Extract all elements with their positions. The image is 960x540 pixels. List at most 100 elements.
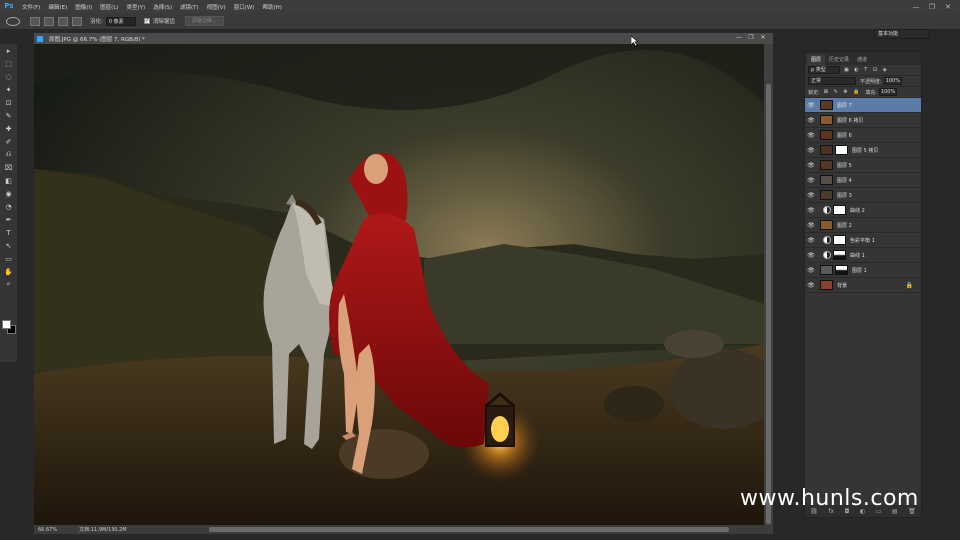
restore-button[interactable]: ❐ <box>924 3 940 11</box>
eye-icon[interactable]: 👁 <box>805 192 817 199</box>
intersect-selection-icon[interactable] <box>72 16 82 26</box>
subtract-selection-icon[interactable] <box>58 16 68 26</box>
lasso-tool-icon[interactable] <box>6 16 20 26</box>
eye-icon[interactable]: 👁 <box>805 147 817 154</box>
layer-row[interactable]: 👁 背景 🔒 <box>805 278 921 293</box>
layer-list: 👁 图层 7 👁 图层 6 拷贝 👁 图层 6 👁 图层 5 拷贝 👁 图层 5 👁 图层 4 👁 图层 … <box>805 98 921 293</box>
zoom-level[interactable]: 66.67% <box>38 527 57 533</box>
tab-layers[interactable]: 图层 <box>807 54 826 65</box>
opacity-input[interactable]: 100% <box>883 77 902 85</box>
close-button[interactable]: ✕ <box>940 3 956 11</box>
layer-row[interactable]: 👁 曲线 1 <box>805 248 921 263</box>
menu-item[interactable]: 视图(V) <box>203 3 230 11</box>
layer-thumbnail <box>820 160 833 170</box>
tool-icon[interactable]: ✚ <box>0 122 17 135</box>
document-tab[interactable]: 原图.JPG @ 66.7% (图层 7, RGB/8) * — ❐ ✕ <box>34 33 773 44</box>
vertical-scroll-thumb[interactable] <box>766 84 771 524</box>
tool-icon[interactable]: ✋ <box>0 265 17 278</box>
layer-row[interactable]: 👁 图层 6 拷贝 <box>805 113 921 128</box>
filter-icons[interactable]: ▣ ◐ T ⊡ ◈ <box>844 67 889 73</box>
eye-icon[interactable]: 👁 <box>805 282 817 289</box>
minimize-button[interactable]: — <box>908 3 924 11</box>
layer-mask-thumbnail[interactable] <box>833 235 846 245</box>
tool-icon[interactable]: ◔ <box>0 200 17 213</box>
layer-kind-select[interactable]: ρ 类型 <box>808 66 840 74</box>
layer-row[interactable]: 👁 图层 6 <box>805 128 921 143</box>
layer-mask-thumbnail[interactable] <box>833 205 846 215</box>
tab-channels[interactable]: 通道 <box>853 54 871 65</box>
tool-icon[interactable]: ▸ <box>0 44 17 57</box>
adjustment-icon <box>823 236 831 244</box>
workspace-select[interactable]: 基本功能 <box>874 29 930 39</box>
lock-icons[interactable]: ⊠ ✎ ✥ 🔒 <box>824 89 862 95</box>
layer-row[interactable]: 👁 图层 2 <box>805 218 921 233</box>
layer-thumbnail <box>820 130 833 140</box>
tool-icon[interactable]: ⬚ <box>0 57 17 70</box>
eye-icon[interactable]: 👁 <box>805 252 817 259</box>
tool-icon[interactable]: ◌ <box>0 70 17 83</box>
eye-icon[interactable]: 👁 <box>805 222 817 229</box>
layer-row[interactable]: 👁 图层 5 <box>805 158 921 173</box>
menu-item[interactable]: 编辑(E) <box>44 3 71 11</box>
layer-row[interactable]: 👁 图层 1 <box>805 263 921 278</box>
eye-icon[interactable]: 👁 <box>805 267 817 274</box>
layer-row[interactable]: 👁 图层 7 <box>805 98 921 113</box>
menu-item[interactable]: 图像(I) <box>71 3 96 11</box>
tool-icon[interactable]: ◧ <box>0 174 17 187</box>
vertical-scrollbar[interactable] <box>764 44 773 526</box>
layer-mask-thumbnail[interactable] <box>835 265 848 275</box>
layer-name: 图层 2 <box>837 222 852 229</box>
tool-icon[interactable]: T <box>0 226 17 239</box>
new-selection-icon[interactable] <box>30 16 40 26</box>
tool-icon[interactable]: ↖ <box>0 239 17 252</box>
add-selection-icon[interactable] <box>44 16 54 26</box>
doc-close-button[interactable]: ✕ <box>757 33 769 43</box>
tool-icon[interactable]: ⊡ <box>0 96 17 109</box>
tool-icon[interactable]: ⌕ <box>0 278 17 291</box>
layer-row[interactable]: 👁 图层 5 拷贝 <box>805 143 921 158</box>
eye-icon[interactable]: 👁 <box>805 177 817 184</box>
menu-item[interactable]: 图层(L) <box>96 3 122 11</box>
tool-icon[interactable]: ⌧ <box>0 161 17 174</box>
foreground-color-swatch[interactable] <box>2 320 11 329</box>
menu-item[interactable]: 文件(F) <box>18 3 44 11</box>
tool-icon[interactable]: ✎ <box>0 109 17 122</box>
menu-item[interactable]: 滤镜(T) <box>176 3 203 11</box>
horizontal-scroll-thumb[interactable] <box>209 527 729 532</box>
layer-row[interactable]: 👁 色彩平衡 1 <box>805 233 921 248</box>
eye-icon[interactable]: 👁 <box>805 162 817 169</box>
blend-mode-select[interactable]: 正常 <box>808 77 856 85</box>
eye-icon[interactable]: 👁 <box>805 102 817 109</box>
feather-input[interactable]: 0 像素 <box>105 16 136 26</box>
eye-icon[interactable]: 👁 <box>805 237 817 244</box>
fill-input[interactable]: 100% <box>878 88 897 96</box>
layer-row[interactable]: 👁 曲线 2 <box>805 203 921 218</box>
doc-restore-button[interactable]: ❐ <box>745 33 757 43</box>
blend-row: 正常 不透明度: 100% <box>805 76 921 87</box>
eye-icon[interactable]: 👁 <box>805 132 817 139</box>
tool-icon[interactable]: ✐ <box>0 135 17 148</box>
color-swatches[interactable] <box>2 320 16 334</box>
menu-item[interactable]: 选择(S) <box>149 3 176 11</box>
refine-edge-button[interactable]: 调整边缘... <box>184 16 224 26</box>
image-canvas[interactable] <box>34 44 764 526</box>
eye-icon[interactable]: 👁 <box>805 117 817 124</box>
layer-row[interactable]: 👁 图层 4 <box>805 173 921 188</box>
tool-icon[interactable]: ▭ <box>0 252 17 265</box>
tool-icon[interactable]: ✒ <box>0 213 17 226</box>
menu-item[interactable]: 帮助(H) <box>258 3 285 11</box>
menu-items: 文件(F) 编辑(E) 图像(I) 图层(L) 类型(Y) 选择(S) 滤镜(T) 视图(V)… <box>18 3 286 11</box>
tool-icon[interactable]: ⎌ <box>0 148 17 161</box>
layer-mask-thumbnail[interactable] <box>835 145 848 155</box>
layer-mask-thumbnail[interactable] <box>833 250 846 260</box>
layer-row[interactable]: 👁 图层 3 <box>805 188 921 203</box>
tool-icon[interactable]: ✦ <box>0 83 17 96</box>
tab-history[interactable]: 历史记录 <box>825 54 853 65</box>
menu-item[interactable]: 类型(Y) <box>123 3 150 11</box>
doc-minimize-button[interactable]: — <box>733 33 745 43</box>
eye-icon[interactable]: 👁 <box>805 207 817 214</box>
toolbox: ▸ ⬚ ◌ ✦ ⊡ ✎ ✚ ✐ ⎌ ⌧ ◧ ◉ ◔ ✒ T ↖ ▭ ✋ ⌕ <box>0 44 17 362</box>
antialias-checkbox[interactable]: ✓ <box>143 18 150 24</box>
tool-icon[interactable]: ◉ <box>0 187 17 200</box>
menu-item[interactable]: 窗口(W) <box>230 3 259 11</box>
